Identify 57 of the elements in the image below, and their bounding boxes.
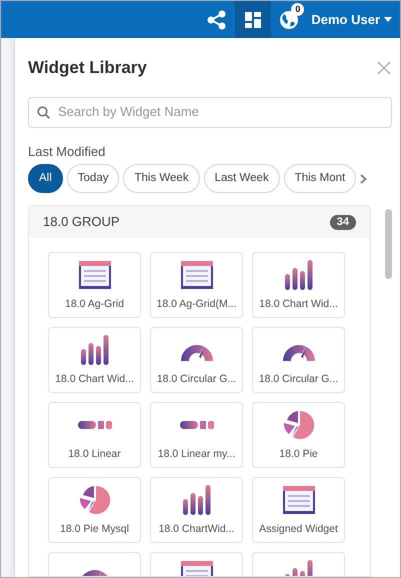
toolbar-button[interactable] bbox=[235, 1, 272, 38]
group-title: 18.0 GROUP bbox=[43, 213, 120, 232]
notification-badge: 0 bbox=[291, 3, 304, 16]
widget-card[interactable]: 18.0 Chart Wid... bbox=[48, 327, 141, 393]
widget-name: 18.0 Circular G... bbox=[156, 374, 236, 384]
scrollbar bbox=[385, 209, 392, 279]
filter-chip[interactable]: Today bbox=[66, 164, 120, 193]
bar-chart-icon bbox=[182, 485, 210, 515]
widget-card[interactable]: 18.0 Linear bbox=[48, 402, 141, 468]
widget-name: 18.0 Chart Wid... bbox=[259, 299, 338, 310]
widget-name: 18.0 Pie bbox=[279, 449, 318, 460]
filter-chip[interactable]: This Mont bbox=[284, 164, 356, 193]
widget-name: 18.0 Linear my... bbox=[158, 449, 236, 460]
widget-card[interactable]: 18.0 Pie bbox=[252, 402, 345, 468]
filter-chip[interactable]: This Week bbox=[123, 164, 200, 193]
pie-chart-icon bbox=[78, 485, 110, 515]
close-icon[interactable] bbox=[377, 60, 391, 75]
widget-card[interactable]: 18.0 Ag-Grid(M... bbox=[150, 252, 243, 318]
table-window-icon bbox=[282, 486, 314, 514]
search-icon bbox=[37, 106, 50, 118]
widget-card[interactable]: Assigned Widget bbox=[252, 477, 345, 543]
table-window-icon bbox=[180, 261, 212, 289]
caret-icon bbox=[384, 17, 392, 22]
widget-name: 18.0 Circular G... bbox=[258, 374, 338, 384]
panel-title: Widget Library bbox=[28, 57, 147, 79]
widget-card[interactable]: 18.0 Pie Mysql bbox=[48, 477, 141, 543]
filter-chip[interactable]: Last Week bbox=[204, 164, 280, 193]
count-badge: 34 bbox=[330, 214, 356, 230]
widget-card[interactable]: 18.0 Circular G... bbox=[252, 327, 345, 393]
filter-label: Last Modified bbox=[28, 142, 106, 160]
widget-name: 18.0 Ag-Grid(M... bbox=[156, 299, 236, 310]
widget-card[interactable]: 18.0 Linear my... bbox=[150, 402, 243, 468]
table-window-icon bbox=[78, 261, 110, 289]
bar-chart-icon bbox=[284, 260, 312, 290]
progress-bar-icon bbox=[180, 421, 214, 429]
user-menu[interactable]: Demo User bbox=[307, 10, 400, 30]
widget-name: 18.0 Chart Wid... bbox=[55, 374, 134, 384]
search-field[interactable]: Search by Widget Name bbox=[28, 96, 392, 128]
widget-name: 18.0 Pie Mysql bbox=[60, 524, 129, 534]
widget-card[interactable]: 18.0 ChartWid... bbox=[150, 477, 243, 543]
widget-card[interactable]: 18.0 Chart Wid... bbox=[252, 252, 345, 318]
pie-chart-icon bbox=[282, 410, 314, 440]
globe-icon bbox=[280, 10, 298, 28]
share-icon bbox=[207, 10, 228, 30]
widget-name: Assigned Widget bbox=[259, 524, 338, 534]
search-input[interactable]: Search by Widget Name bbox=[58, 102, 383, 122]
widget-card[interactable]: 18.0 Circular G... bbox=[150, 327, 243, 393]
widget-name: 18.0 Ag-Grid bbox=[65, 299, 124, 310]
dashboard-icon bbox=[245, 12, 262, 28]
progress-bar-icon bbox=[78, 421, 112, 429]
bar-chart-icon bbox=[80, 335, 108, 365]
widget-name: 18.0 ChartWid... bbox=[158, 524, 234, 534]
filter-chip[interactable]: All bbox=[28, 164, 63, 193]
toolbar-button[interactable]: 0 bbox=[271, 1, 308, 38]
widget-card[interactable]: 18.0 Ag-Grid bbox=[48, 252, 141, 318]
widget-name: 18.0 Linear bbox=[68, 449, 121, 460]
chevron-right-icon[interactable] bbox=[360, 174, 368, 184]
